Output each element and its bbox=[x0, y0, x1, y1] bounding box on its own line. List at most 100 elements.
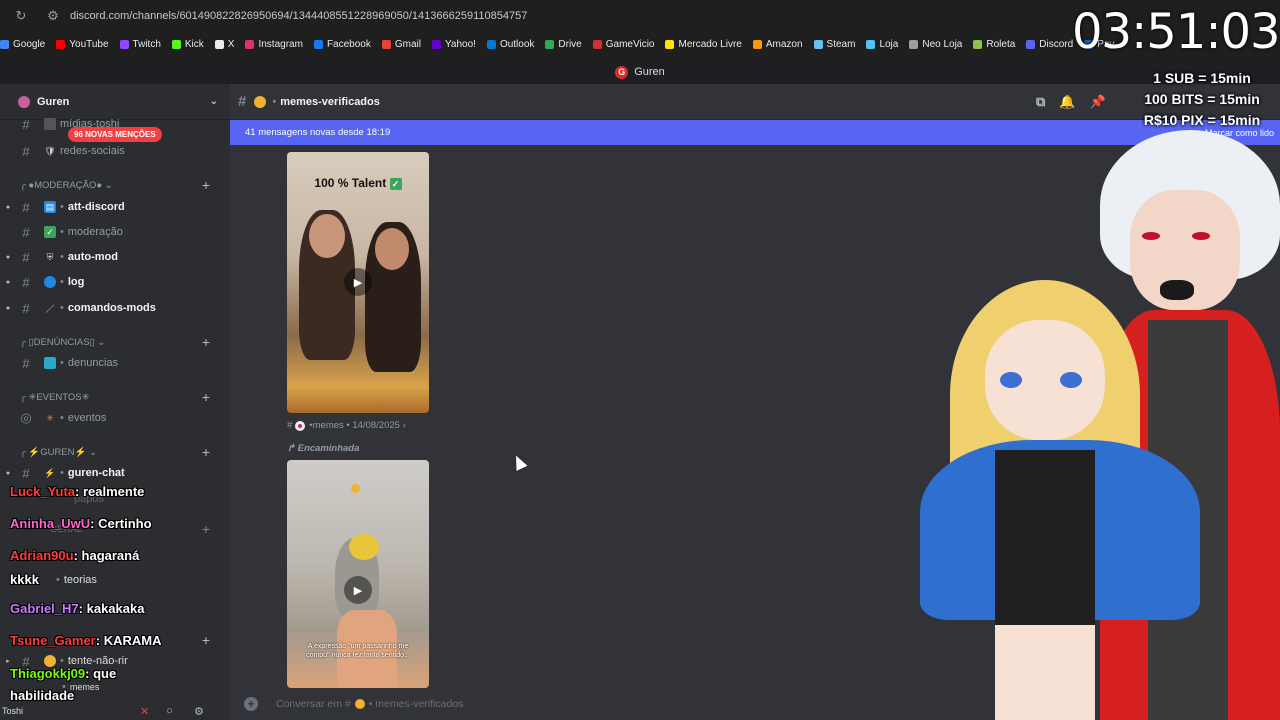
play-icon[interactable]: ▶ bbox=[344, 268, 372, 296]
bookmark-label: Instagram bbox=[258, 38, 303, 50]
site-info-icon[interactable]: ⚙ bbox=[42, 5, 64, 27]
chat-message: Luck_Yuta: realmente bbox=[10, 484, 145, 499]
chat-text: hagaraná bbox=[81, 548, 140, 563]
add-channel-icon[interactable]: + bbox=[202, 444, 210, 460]
threads-icon[interactable]: ⧉ bbox=[1036, 94, 1045, 110]
vtuber-female-avatar bbox=[900, 270, 1230, 720]
bookmark-label: Discord bbox=[1039, 38, 1074, 50]
chat-username: Tsune_Gamer bbox=[10, 633, 96, 648]
notification-bell-icon[interactable]: 🔔 bbox=[1059, 94, 1075, 110]
bookmark-item[interactable]: Drive bbox=[545, 38, 582, 50]
chat-message: Tsune_Gamer: KARAMA bbox=[10, 633, 162, 648]
message-meta: # • memes • 14/08/2025 › bbox=[287, 420, 406, 431]
bookmark-item[interactable]: Roleta bbox=[973, 39, 1015, 50]
bookmark-label: Gmail bbox=[394, 38, 421, 50]
channel-redes-sociais[interactable]: # 🛡 redes-sociais bbox=[0, 140, 230, 162]
person-face bbox=[309, 214, 345, 258]
bookmark-label: Amazon bbox=[765, 38, 803, 50]
channel-log[interactable]: ● # • log bbox=[0, 271, 230, 293]
rate-line: 100 BITS = 15min bbox=[1144, 91, 1260, 107]
channel-moderacao[interactable]: # ✓ • moderação bbox=[0, 221, 230, 243]
channel-denuncias[interactable]: # • denuncias bbox=[0, 352, 230, 374]
add-channel-icon[interactable]: + bbox=[202, 632, 210, 648]
chat-message: kkkk bbox=[10, 572, 39, 587]
bookmark-favicon-icon bbox=[973, 39, 983, 49]
meta-channel[interactable]: memes bbox=[313, 420, 344, 431]
chat-text: kkkk bbox=[10, 572, 39, 587]
bookmark-item[interactable]: Gmail bbox=[381, 38, 421, 50]
bookmark-item[interactable]: YouTube bbox=[56, 38, 109, 50]
pin-icon[interactable]: 📌 bbox=[1089, 94, 1105, 110]
bookmark-favicon-icon bbox=[665, 39, 675, 49]
bookmark-label: Kick bbox=[184, 38, 204, 50]
add-channel-icon[interactable]: + bbox=[202, 521, 210, 537]
avatar-top bbox=[995, 450, 1095, 630]
bookmark-label: Neo Loja bbox=[922, 38, 963, 50]
new-messages-label: 41 mensagens novas desde 18:19 bbox=[245, 127, 391, 138]
category-label: DENÚNCIAS bbox=[33, 336, 90, 348]
bookmark-label: Roleta bbox=[986, 38, 1016, 50]
bookmark-favicon-icon bbox=[214, 39, 224, 49]
category-guren[interactable]: ╭ ⚡ GUREN ⚡ ⌄ + bbox=[20, 444, 220, 460]
mic-muted-icon[interactable]: ✕ bbox=[140, 705, 149, 718]
video-attachment[interactable]: ▶ A expressão "um passarinho me contou" … bbox=[287, 460, 429, 688]
composer-channel: memes-verificados bbox=[375, 698, 464, 710]
server-header[interactable]: Guren ⌄ bbox=[0, 84, 230, 120]
bookmark-item[interactable]: Twitch bbox=[119, 39, 161, 50]
bookmark-favicon-icon bbox=[752, 39, 762, 49]
bookmark-item[interactable]: Steam bbox=[813, 38, 856, 50]
bookmark-item[interactable]: X bbox=[214, 38, 235, 50]
headset-icon[interactable]: ○ bbox=[166, 705, 173, 717]
reload-icon[interactable]: ↻ bbox=[10, 5, 32, 27]
bookmark-item[interactable]: GameVicio bbox=[592, 39, 654, 50]
video-attachment[interactable]: 100 % Talent ✓ ▶ bbox=[287, 152, 429, 413]
bookmark-item[interactable]: Facebook bbox=[313, 39, 371, 50]
channel-comandos-mods[interactable]: ● # ／ • comandos-mods bbox=[0, 297, 230, 319]
add-channel-icon[interactable]: + bbox=[202, 334, 210, 350]
check-icon: ✓ bbox=[44, 226, 56, 238]
add-channel-icon[interactable]: + bbox=[202, 177, 210, 193]
channel-att-discord[interactable]: ● # ▤ • att-discord bbox=[0, 196, 230, 218]
emoji-icon bbox=[351, 484, 360, 493]
shield-icon: ⛨ bbox=[46, 251, 54, 262]
username[interactable]: Toshi bbox=[2, 706, 23, 716]
category-eventos[interactable]: ╭ ✳ EVENTOS ✳ + bbox=[20, 389, 220, 405]
channel-label: eventos bbox=[67, 412, 107, 424]
bookmark-item[interactable]: Kick bbox=[171, 38, 204, 50]
bookmark-item[interactable]: Loja bbox=[866, 39, 898, 50]
add-attachment-icon[interactable]: + bbox=[244, 697, 258, 711]
bookmark-favicon-icon bbox=[1026, 39, 1036, 49]
chat-username: Thiagokkj09 bbox=[10, 666, 86, 681]
category-label: EVENTOS bbox=[36, 391, 82, 403]
bookmark-label: Drive bbox=[558, 38, 582, 50]
emoji-icon bbox=[254, 95, 267, 108]
bookmark-item[interactable]: Yahoo! bbox=[431, 39, 476, 50]
bookmark-label: Steam bbox=[826, 38, 856, 50]
bookmark-favicon-icon bbox=[245, 39, 255, 49]
bookmark-item[interactable]: Google bbox=[0, 39, 45, 50]
bookmark-item[interactable]: Mercado Livre bbox=[665, 39, 742, 50]
url-text[interactable]: discord.com/channels/601490822826950694/… bbox=[70, 10, 527, 22]
channel-guren-chat[interactable]: ● # ⚡ • guren-chat bbox=[0, 462, 230, 484]
bookmark-favicon-icon bbox=[56, 39, 66, 49]
chat-message: Aninha_UwU: Certinho bbox=[10, 516, 152, 531]
bookmark-label: YouTube bbox=[69, 38, 109, 50]
bookmark-item[interactable]: Amazon bbox=[752, 38, 803, 50]
category-denuncias[interactable]: ╭ ▯ DENÚNCIAS ▯ ⌄ + bbox=[20, 334, 220, 350]
channel-eventos[interactable]: ◎ ✳ • eventos bbox=[0, 407, 230, 429]
add-channel-icon[interactable]: + bbox=[202, 389, 210, 405]
meta-date: 14/08/2025 bbox=[352, 420, 400, 431]
bookmark-item[interactable]: Outlook bbox=[486, 39, 534, 50]
rate-line: 1 SUB = 15min bbox=[1153, 70, 1251, 86]
play-icon[interactable]: ▶ bbox=[344, 576, 372, 604]
bookmark-item[interactable]: Neo Loja bbox=[909, 39, 962, 50]
bookmark-label: X bbox=[227, 38, 235, 50]
bookmark-item[interactable]: Discord bbox=[1026, 39, 1073, 50]
event-icon: ◎ bbox=[20, 410, 32, 425]
settings-icon[interactable]: ⚙ bbox=[194, 705, 204, 718]
chat-text: que bbox=[93, 666, 117, 681]
chevron-down-icon[interactable]: ⌄ bbox=[210, 96, 218, 107]
category-moderacao[interactable]: ╭ ● MODERAÇÃO ● ⌄ + bbox=[20, 177, 220, 193]
channel-auto-mod[interactable]: ● # ⛨ • auto-mod bbox=[0, 246, 230, 268]
bookmark-item[interactable]: Instagram bbox=[245, 38, 303, 50]
